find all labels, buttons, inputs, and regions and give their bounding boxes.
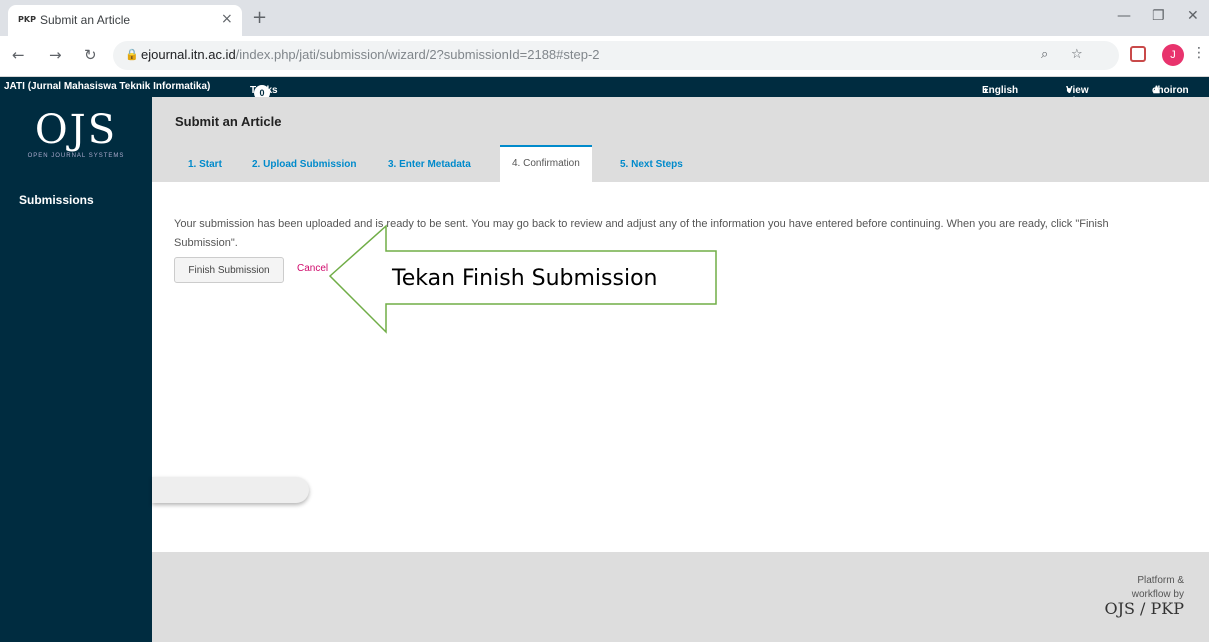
- ojs-logo[interactable]: OJS OPEN JOURNAL SYSTEMS: [20, 107, 132, 179]
- cancel-link[interactable]: Cancel: [297, 263, 328, 274]
- browser-tab-bar: PKP Submit an Article × + — ❐ ✕: [0, 0, 1209, 36]
- browser-menu-icon[interactable]: ⋮: [1192, 45, 1206, 61]
- callout-text: Tekan Finish Submission: [392, 266, 658, 291]
- tab-title: Submit an Article: [40, 13, 131, 27]
- url-text[interactable]: ejournal.itn.ac.id/index.php/jati/submis…: [141, 47, 600, 62]
- forward-icon[interactable]: →: [49, 46, 62, 64]
- reload-icon[interactable]: ↻: [84, 46, 97, 64]
- sidebar: OJS OPEN JOURNAL SYSTEMS Submissions: [0, 97, 152, 642]
- finish-submission-button[interactable]: Finish Submission: [174, 257, 284, 283]
- footer: Platform & workflow by OJS / PKP: [152, 552, 1209, 642]
- browser-toolbar: ← → ↻ 🔒 ejournal.itn.ac.id/index.php/jat…: [0, 36, 1209, 77]
- pkp-favicon-icon: PKP: [18, 15, 36, 24]
- bookmark-star-icon[interactable]: ☆: [1071, 47, 1083, 62]
- close-window-icon[interactable]: ✕: [1187, 8, 1199, 24]
- extension-icon[interactable]: [1130, 46, 1146, 62]
- floating-notification: [152, 477, 309, 503]
- browser-tab[interactable]: PKP Submit an Article ×: [8, 5, 242, 36]
- pkp-credit[interactable]: Platform & workflow by OJS / PKP: [1104, 574, 1184, 617]
- lock-icon: 🔒: [125, 48, 139, 61]
- minimize-icon[interactable]: —: [1117, 8, 1131, 24]
- page-header: Submit an Article 1. Start 2. Upload Sub…: [152, 97, 1209, 182]
- profile-avatar[interactable]: J: [1162, 44, 1184, 66]
- restore-icon[interactable]: ❐: [1152, 8, 1165, 24]
- ojs-top-bar: JATI (Jurnal Mahasiswa Teknik Informatik…: [0, 77, 1209, 107]
- tab-upload-submission[interactable]: 2. Upload Submission: [252, 159, 356, 170]
- new-tab-icon[interactable]: +: [252, 7, 267, 28]
- back-icon[interactable]: ←: [12, 46, 25, 64]
- tab-next-steps[interactable]: 5. Next Steps: [620, 159, 683, 170]
- tab-close-icon[interactable]: ×: [221, 11, 233, 27]
- journal-name-link[interactable]: JATI (Jurnal Mahasiswa Teknik Informatik…: [4, 81, 210, 92]
- tab-start[interactable]: 1. Start: [188, 159, 222, 170]
- zoom-icon[interactable]: ⌕: [1041, 47, 1048, 62]
- tab-confirmation[interactable]: 4. Confirmation: [500, 145, 592, 182]
- page-title: Submit an Article: [175, 114, 282, 129]
- sidebar-item-submissions[interactable]: Submissions: [19, 193, 94, 207]
- tab-enter-metadata[interactable]: 3. Enter Metadata: [388, 159, 471, 170]
- address-bar[interactable]: 🔒 ejournal.itn.ac.id/index.php/jati/subm…: [113, 41, 1119, 70]
